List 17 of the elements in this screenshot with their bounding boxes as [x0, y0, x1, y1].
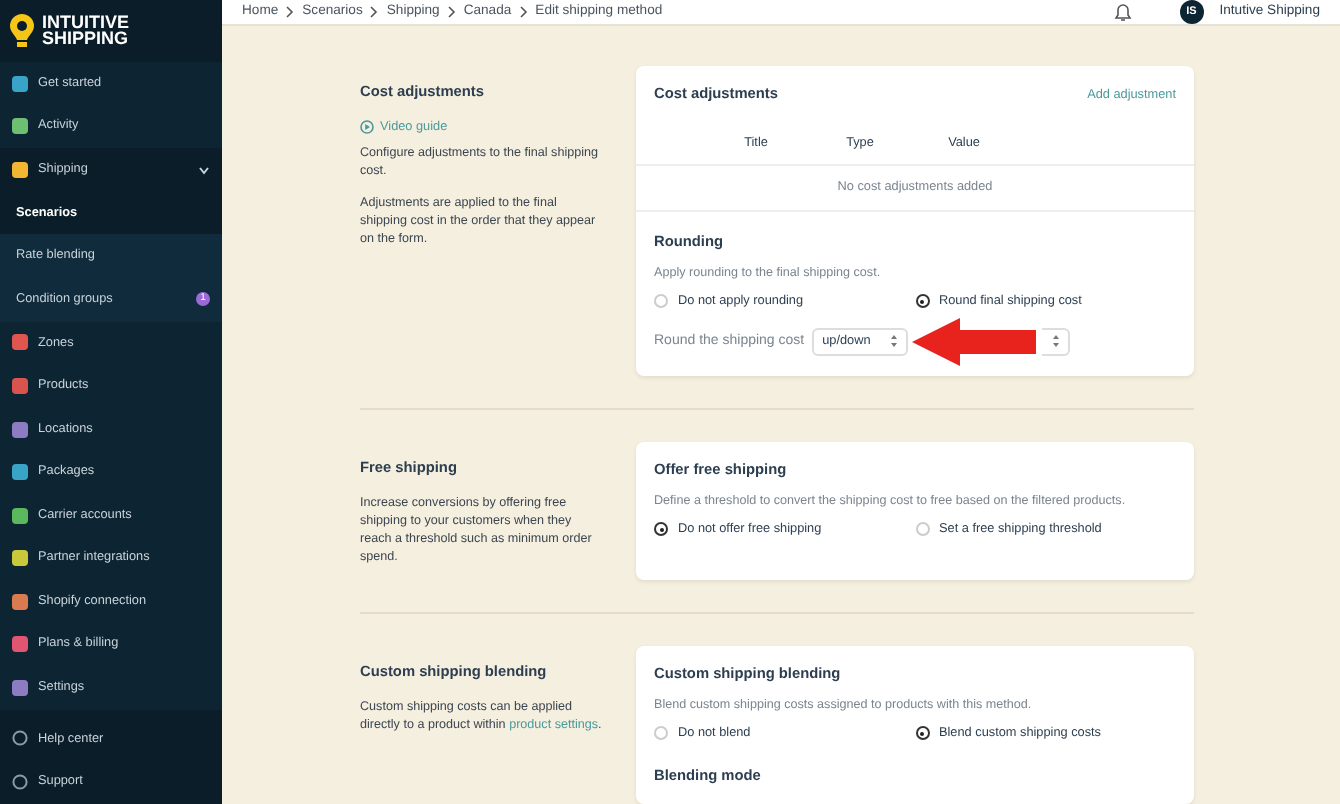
- radio-button[interactable]: [654, 522, 668, 537]
- callout-arrow: [912, 317, 1037, 366]
- chevron-icon: [519, 6, 528, 18]
- circle-icon: [12, 774, 28, 791]
- updown-icon: [1052, 334, 1061, 349]
- bell-icon[interactable]: [1113, 2, 1132, 22]
- chevron-icon: [370, 6, 379, 18]
- select-field[interactable]: [1042, 327, 1071, 356]
- updown-icon: [890, 334, 899, 349]
- play-icon: [360, 119, 374, 134]
- circle-icon: [12, 730, 28, 747]
- chevron-icon: [286, 6, 295, 18]
- radio-button[interactable]: [915, 726, 929, 741]
- chevron-icon: [447, 6, 456, 18]
- radio-button[interactable]: [915, 294, 929, 309]
- brand-logo-text: INTUITIVE SHIPPING: [42, 13, 130, 48]
- pin-icon: [10, 13, 34, 48]
